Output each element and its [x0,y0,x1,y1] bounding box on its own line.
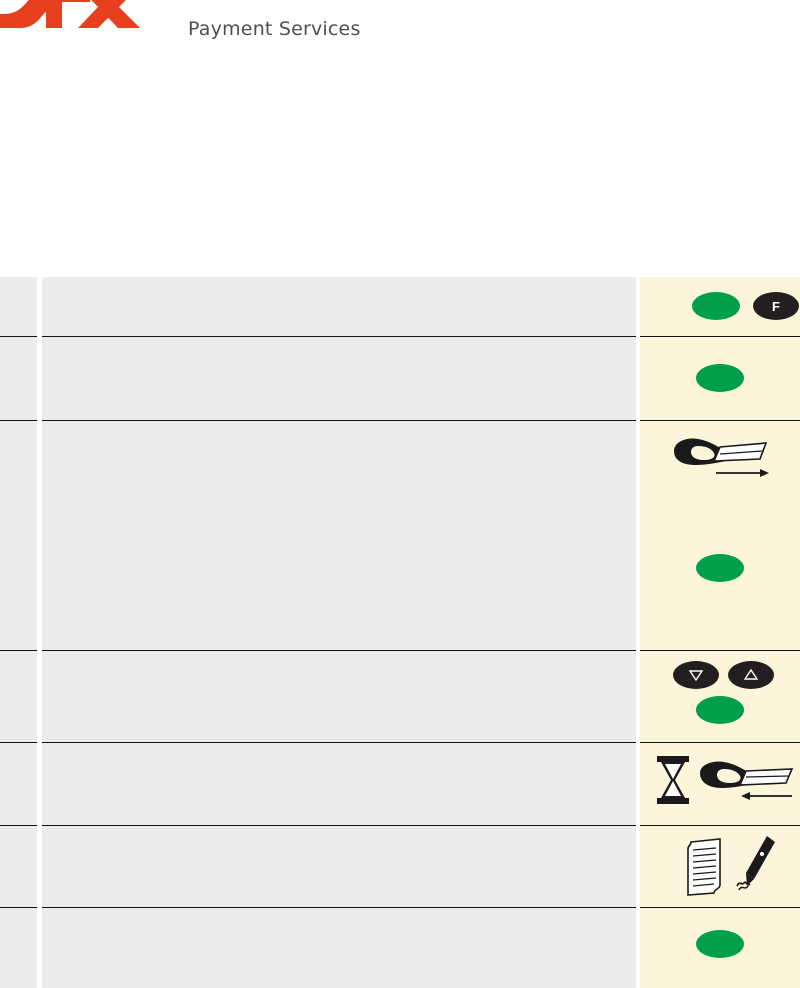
six-logo [0,0,154,42]
step-description-cell [42,907,636,988]
step-number-cell [0,277,37,336]
scroll-up-key[interactable] [728,661,774,689]
page-header: Payment Services [0,0,800,60]
table-row [0,650,800,742]
signature-pen-icon [734,834,780,901]
confirm-green-key[interactable] [696,696,744,724]
table-row [0,742,800,825]
step-number-cell [0,742,37,825]
function-key-f[interactable]: F [753,292,799,320]
step-number-cell [0,336,37,420]
step-icons-cell [640,650,800,742]
table-row [0,336,800,420]
step-description-cell [42,336,636,420]
confirm-green-key[interactable] [696,554,744,582]
step-description-cell [42,420,636,650]
procedure-table: F [0,277,800,988]
hourglass-wait-icon [653,755,693,810]
step-icons-cell [640,742,800,825]
step-icons-cell [640,420,800,650]
remove-card-icon [696,757,796,810]
step-description-cell [42,277,636,336]
step-icons-cell [640,336,800,420]
step-icons-cell [640,825,800,907]
step-icons-cell [640,907,800,988]
confirm-green-key[interactable] [696,364,744,392]
step-number-cell [0,907,37,988]
step-number-cell [0,420,37,650]
confirm-green-key[interactable] [696,930,744,958]
step-description-cell [42,650,636,742]
function-key-f-label: F [772,298,780,314]
receipt-icon [684,837,728,902]
step-description-cell [42,742,636,825]
table-row [0,420,800,650]
insert-card-icon [668,433,772,486]
table-row [0,825,800,907]
step-number-cell [0,650,37,742]
step-description-cell [42,825,636,907]
table-row: F [0,277,800,336]
brand-subtitle: Payment Services [188,18,361,40]
step-number-cell [0,825,37,907]
scroll-down-key[interactable] [673,661,719,689]
confirm-green-key[interactable] [692,292,740,320]
step-icons-cell: F [640,277,800,336]
table-row [0,907,800,988]
